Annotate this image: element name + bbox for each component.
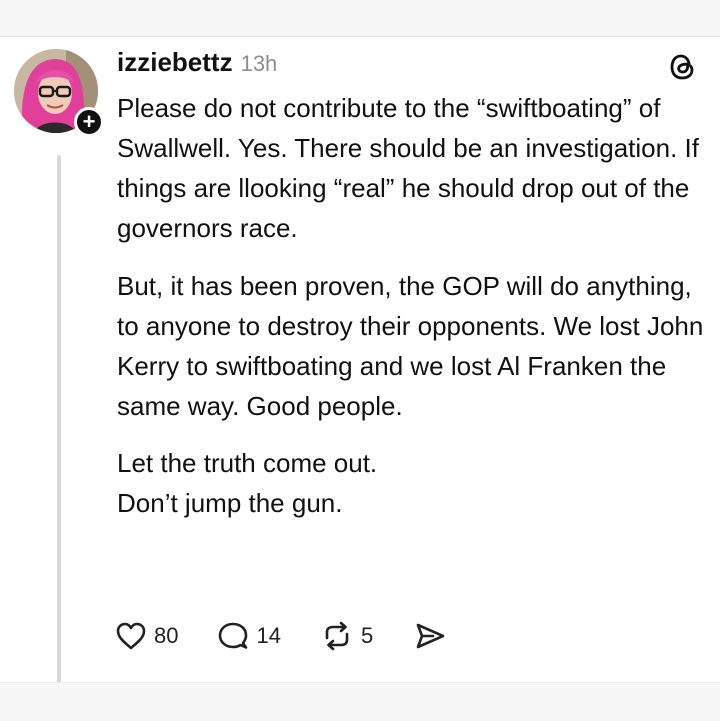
thread-connector-line xyxy=(57,155,61,715)
follow-plus-button[interactable]: + xyxy=(74,107,104,137)
reply-button[interactable]: 14 xyxy=(216,620,281,652)
avatar-container[interactable]: + xyxy=(14,49,106,141)
repost-button[interactable]: 5 xyxy=(319,620,373,652)
post-timestamp: 13h xyxy=(240,51,278,76)
post-paragraph-3-line-1: Let the truth come out. xyxy=(117,448,378,478)
reply-count: 14 xyxy=(256,623,281,648)
share-button[interactable] xyxy=(413,620,447,652)
bottom-bar xyxy=(0,682,720,721)
post-paragraph-1: Please do not contribute to the “swiftbo… xyxy=(117,93,699,243)
top-bar xyxy=(0,0,720,37)
post-paragraph-3-line-2: Don’t jump the gun. xyxy=(117,488,343,518)
post-paragraph-2: But, it has been proven, the GOP will do… xyxy=(117,271,704,421)
like-button[interactable]: 80 xyxy=(114,620,178,652)
post-actions: 80 14 5 xyxy=(114,616,447,656)
post-body: Please do not contribute to the “swiftbo… xyxy=(117,88,707,523)
thread-post-card: + izziebettz 13h Please do not contribut… xyxy=(0,37,720,715)
post-header: izziebettz 13h xyxy=(117,47,277,79)
threads-logo-icon xyxy=(664,49,700,85)
like-count: 80 xyxy=(154,623,179,648)
repost-arrows-icon xyxy=(319,620,355,652)
send-icon xyxy=(413,620,447,652)
post-paragraph-3: Let the truth come out. Don’t jump the g… xyxy=(117,443,707,523)
username[interactable]: izziebettz xyxy=(117,47,233,78)
repost-count: 5 xyxy=(360,623,374,648)
comment-bubble-icon xyxy=(216,620,250,652)
heart-icon xyxy=(114,620,148,652)
